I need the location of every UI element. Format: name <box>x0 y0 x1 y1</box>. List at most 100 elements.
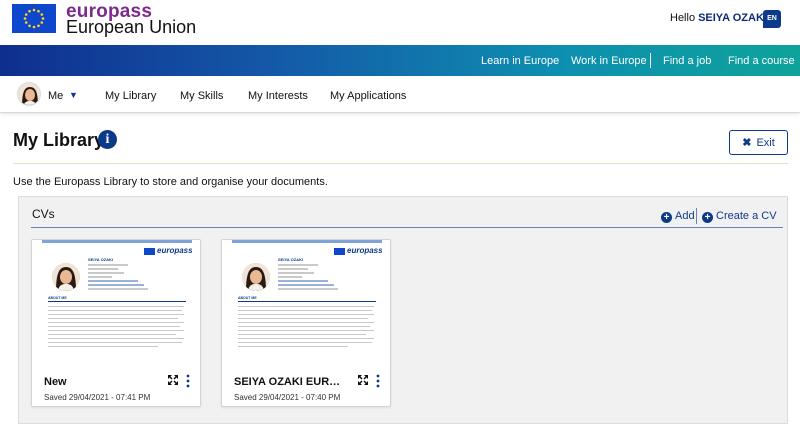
cv-name: SEIYA OZAKI EURO... <box>234 376 342 388</box>
eu-flag-icon <box>334 248 345 255</box>
thumbnail-line <box>278 276 302 278</box>
cv-saved-timestamp: Saved 29/04/2021 - 07:41 PM <box>44 393 151 402</box>
expand-icon[interactable] <box>167 374 179 386</box>
create-label: Create a CV <box>716 210 777 222</box>
thumbnail-line <box>278 288 338 290</box>
brand-header: europass European Union Hello SEIYA OZAKI… <box>0 0 800 45</box>
thumbnail-line <box>238 306 374 307</box>
expand-icon[interactable] <box>357 374 369 386</box>
more-vertical-icon[interactable] <box>374 374 382 388</box>
thumbnail-name: SEIYA OZAKI <box>278 257 304 262</box>
cv-name: New <box>44 376 67 388</box>
nav-learn-in-europe[interactable]: Learn in Europe <box>481 55 559 67</box>
cvs-section-divider <box>31 227 783 228</box>
thumbnail-line <box>278 280 328 282</box>
add-cv-button[interactable]: + Add <box>661 210 695 223</box>
thumbnail-about-heading: ABOUT ME <box>238 296 257 300</box>
thumbnail-line <box>88 276 112 278</box>
profile-navigation: Me ▼ My Library My Skills My Interests M… <box>0 76 800 113</box>
thumbnail-line <box>48 330 184 331</box>
cv-thumbnail[interactable]: europass SEIYA OZAKI ABOUT ME <box>42 240 192 368</box>
button-divider <box>696 208 697 224</box>
subnav-my-library[interactable]: My Library <box>105 90 156 102</box>
thumbnail-line <box>88 268 118 270</box>
thumbnail-line <box>238 330 374 331</box>
thumbnail-line <box>48 306 184 307</box>
thumbnail-line <box>88 288 148 290</box>
thumbnail-line <box>278 264 318 266</box>
user-name-link[interactable]: SEIYA OZAKI <box>698 12 767 24</box>
thumbnail-line <box>238 314 374 315</box>
chevron-down-icon[interactable]: ▼ <box>69 90 78 100</box>
nav-divider <box>650 53 651 68</box>
subnav-my-skills[interactable]: My Skills <box>180 90 223 102</box>
thumbnail-line <box>48 338 184 339</box>
create-cv-button[interactable]: + Create a CV <box>702 210 777 223</box>
info-icon[interactable]: i <box>98 130 117 149</box>
cv-card[interactable]: europass SEIYA OZAKI ABOUT ME <box>221 239 391 407</box>
thumbnail-photo <box>52 263 80 291</box>
intro-text: Use the Europass Library to store and or… <box>13 176 328 188</box>
thumbnail-line <box>88 264 128 266</box>
thumbnail-photo <box>242 263 270 291</box>
thumbnail-line <box>48 322 184 323</box>
exit-label: Exit <box>756 137 775 149</box>
thumbnail-rule <box>48 301 186 302</box>
thumbnail-header-bar <box>42 240 192 243</box>
add-label: Add <box>675 210 695 222</box>
thumbnail-line <box>48 342 182 343</box>
thumbnail-line <box>88 272 124 274</box>
thumbnail-line <box>278 284 334 286</box>
cv-card[interactable]: europass SEIYA OZAKI ABOUT ME <box>31 239 201 407</box>
thumbnail-line <box>238 322 374 323</box>
hello-label: Hello <box>670 12 696 24</box>
title-divider <box>13 163 788 164</box>
plus-circle-icon: + <box>702 212 713 223</box>
thumbnail-line <box>48 314 184 315</box>
cvs-section-title: CVs <box>32 207 55 221</box>
thumbnail-line <box>238 326 370 327</box>
thumbnail-about-heading: ABOUT ME <box>48 296 67 300</box>
thumbnail-line <box>238 346 348 347</box>
cv-thumbnail[interactable]: europass SEIYA OZAKI ABOUT ME <box>232 240 382 368</box>
eu-flag-icon[interactable] <box>12 4 56 33</box>
cvs-panel: CVs + Add + Create a CV europass SEIYA OZA… <box>18 196 788 424</box>
more-vertical-icon[interactable] <box>184 374 192 388</box>
thumbnail-line <box>48 318 178 319</box>
thumbnail-line <box>238 334 366 335</box>
plus-circle-icon: + <box>661 212 672 223</box>
top-navigation: Learn in Europe Work in Europe Find a jo… <box>0 45 800 76</box>
close-icon: ✖ <box>742 137 752 149</box>
subnav-my-interests[interactable]: My Interests <box>248 90 308 102</box>
thumbnail-line <box>238 310 372 311</box>
thumbnail-line <box>88 280 138 282</box>
thumbnail-line <box>238 342 372 343</box>
thumbnail-line <box>238 338 374 339</box>
thumbnail-logo: europass <box>157 246 192 255</box>
thumbnail-name: SEIYA OZAKI <box>88 257 114 262</box>
nav-work-in-europe[interactable]: Work in Europe <box>571 55 647 67</box>
avatar[interactable] <box>17 82 41 106</box>
thumbnail-logo: europass <box>347 246 382 255</box>
nav-find-a-job[interactable]: Find a job <box>663 55 711 67</box>
thumbnail-line <box>238 318 368 319</box>
cv-saved-timestamp: Saved 29/04/2021 - 07:40 PM <box>234 393 341 402</box>
subnav-my-applications[interactable]: My Applications <box>330 90 406 102</box>
thumbnail-header-bar <box>232 240 382 243</box>
thumbnail-line <box>48 334 176 335</box>
exit-button[interactable]: ✖ Exit <box>729 130 788 155</box>
user-greeting: Hello SEIYA OZAKI <box>670 12 767 24</box>
thumbnail-line <box>88 284 144 286</box>
globe-language-icon[interactable]: EN <box>763 10 781 28</box>
thumbnail-line <box>48 326 180 327</box>
nav-find-a-course[interactable]: Find a course <box>728 55 795 67</box>
thumbnail-rule <box>238 301 376 302</box>
european-union-text: European Union <box>66 17 197 37</box>
thumbnail-line <box>48 346 158 347</box>
thumbnail-line <box>278 272 314 274</box>
me-menu[interactable]: Me <box>48 90 63 102</box>
thumbnail-line <box>278 268 308 270</box>
thumbnail-line <box>48 310 182 311</box>
eu-flag-icon <box>144 248 155 255</box>
page-title: My Library <box>13 130 105 150</box>
